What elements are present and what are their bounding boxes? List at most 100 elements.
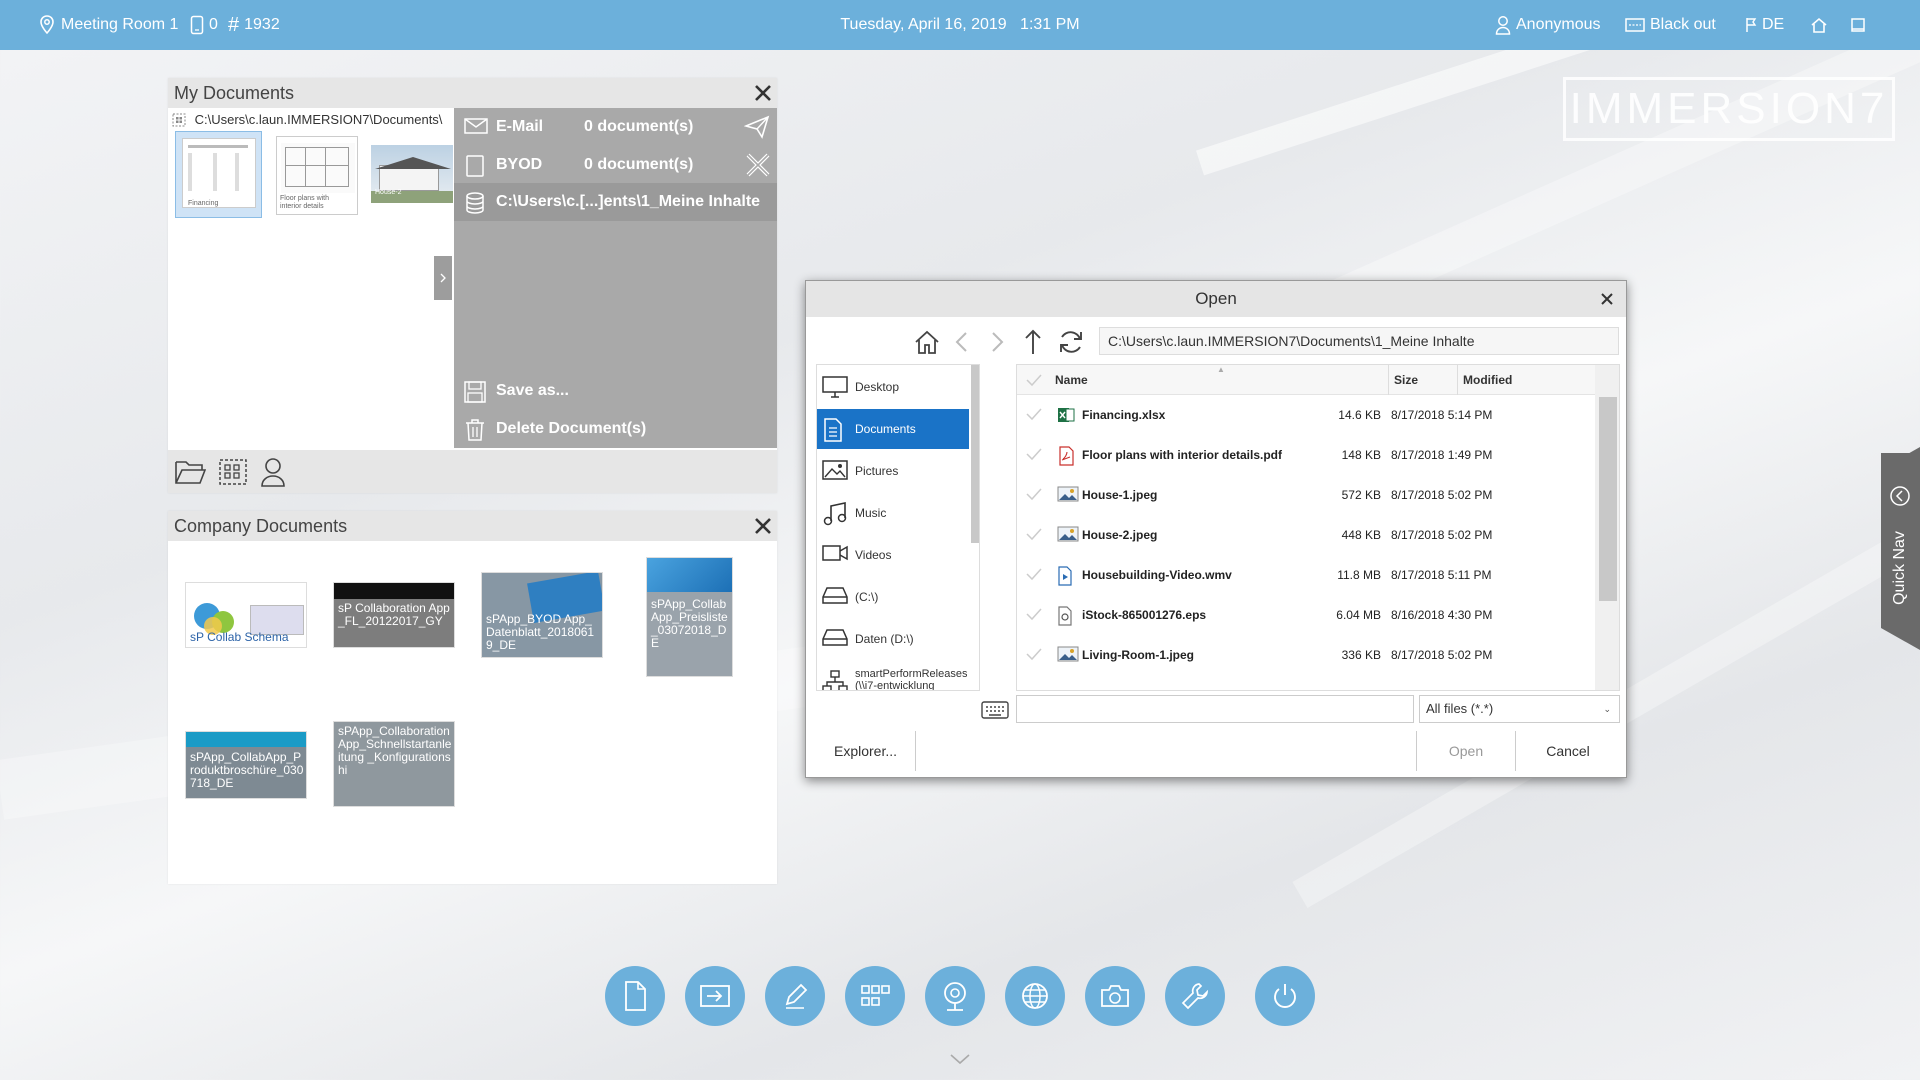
- checkmark-icon[interactable]: [1026, 407, 1042, 421]
- path-field[interactable]: C:\Users\c.laun.IMMERSION7\Documents\1_M…: [1099, 327, 1619, 355]
- checkmark-icon[interactable]: [1026, 647, 1042, 661]
- file-size: 11.8 MB: [1337, 568, 1381, 582]
- path-text: C:\Users\c.laun.IMMERSION7\Documents\1_M…: [1108, 333, 1475, 349]
- place-documents[interactable]: Documents: [817, 409, 969, 449]
- close-dialog-button[interactable]: [1597, 289, 1617, 309]
- places-scrollbar[interactable]: [971, 365, 979, 543]
- documents-dock-button[interactable]: [605, 966, 665, 1026]
- place-network[interactable]: smartPerformReleases (\\i7-entwicklung: [817, 661, 969, 690]
- document-thumb[interactable]: House-2: [371, 145, 453, 203]
- file-size: 572 KB: [1341, 488, 1381, 502]
- cancel-button[interactable]: Cancel: [1518, 731, 1618, 771]
- forward-icon[interactable]: [989, 331, 1005, 353]
- place-drive-d[interactable]: Daten (D:\): [817, 619, 969, 659]
- byod-option[interactable]: BYOD 0 document(s): [454, 146, 777, 184]
- file-row[interactable]: Living-Room-1.jpeg 336 KB 8/17/2018 5:02 P…: [1017, 635, 1595, 675]
- column-name[interactable]: Name: [1055, 365, 1088, 395]
- company-doc-label: sPApp_Collab App_Preisliste_03072018_DE: [651, 597, 728, 650]
- checkmark-icon[interactable]: [1026, 487, 1042, 501]
- file-size: 14.6 KB: [1338, 408, 1381, 422]
- camera-dock-button[interactable]: [1085, 966, 1145, 1026]
- quick-nav-tab[interactable]: Quick Nav: [1881, 453, 1920, 628]
- company-doc-tile[interactable]: sPApp_BYOD App_Datenblatt_20180619_DE: [481, 572, 603, 658]
- home-icon[interactable]: [913, 329, 941, 355]
- checkmark-icon[interactable]: [1026, 607, 1042, 621]
- place-desktop[interactable]: Desktop: [817, 367, 969, 407]
- settings-dock-button[interactable]: [1165, 966, 1225, 1026]
- input-dock-button[interactable]: [685, 966, 745, 1026]
- document-thumb[interactable]: Floor plans with interior details: [276, 136, 358, 215]
- folder-option[interactable]: C:\Users\c.[...]ents\1_Meine Inhalte: [454, 183, 777, 221]
- place-music[interactable]: Music: [817, 493, 969, 533]
- place-label: smartPerformReleases (\\i7-entwicklung: [855, 668, 967, 690]
- up-folder-icon[interactable]: [1024, 328, 1042, 356]
- byod-label: BYOD: [496, 156, 543, 173]
- delete-option[interactable]: Delete Document(s): [454, 410, 777, 448]
- email-label: E-Mail: [496, 118, 544, 135]
- checkmark-icon[interactable]: [1026, 567, 1042, 581]
- image-icon: [1057, 646, 1079, 662]
- image-icon: [1057, 486, 1079, 502]
- conference-dock-button[interactable]: [925, 966, 985, 1026]
- open-button[interactable]: Open: [1416, 731, 1516, 771]
- power-dock-button[interactable]: [1255, 966, 1315, 1026]
- place-drive-c[interactable]: (C:\): [817, 577, 969, 617]
- file-row[interactable]: House-2.jpeg 448 KB 8/17/2018 5:02 PM: [1017, 515, 1595, 555]
- company-doc-tile[interactable]: sPApp_Collaboration App_Schnellstartanle…: [333, 721, 455, 807]
- email-option[interactable]: E-Mail 0 document(s): [454, 108, 777, 146]
- file-type-select[interactable]: All files (*.*) ⌄: [1419, 695, 1620, 723]
- user-icon[interactable]: [260, 457, 286, 487]
- file-row[interactable]: House-1.jpeg 572 KB 8/17/2018 5:02 PM: [1017, 475, 1595, 515]
- user-button[interactable]: Anonymous: [1495, 0, 1601, 50]
- open-folder-icon[interactable]: [174, 458, 206, 486]
- document-thumb[interactable]: Financing: [175, 131, 262, 218]
- my-documents-toolbar: [168, 450, 777, 493]
- column-size[interactable]: Size: [1394, 365, 1418, 395]
- company-documents-header: Company Documents: [168, 511, 777, 541]
- apps-dock-button[interactable]: [845, 966, 905, 1026]
- file-name: Housebuilding-Video.wmv: [1082, 568, 1232, 582]
- filename-input[interactable]: [1016, 695, 1414, 723]
- file-row[interactable]: Floor plans with interior details.pdf 148…: [1017, 435, 1595, 475]
- file-scrollbar[interactable]: [1595, 365, 1619, 690]
- blackout-button[interactable]: Black out: [1625, 0, 1716, 50]
- company-doc-tile[interactable]: sPApp_Collab App_Preisliste_03072018_DE: [646, 557, 733, 677]
- checkmark-icon[interactable]: [1026, 373, 1042, 387]
- window-button[interactable]: [1850, 0, 1866, 50]
- keyboard-icon[interactable]: [981, 701, 1009, 719]
- file-row[interactable]: Financing.xlsx 14.6 KB 8/17/2018 5:14 PM: [1017, 395, 1595, 435]
- file-modified: 8/17/2018 5:02 PM: [1391, 528, 1493, 542]
- language-button[interactable]: DE: [1745, 0, 1784, 50]
- browser-dock-button[interactable]: [1005, 966, 1065, 1026]
- back-icon[interactable]: [954, 331, 970, 353]
- refresh-icon[interactable]: [1057, 329, 1085, 355]
- save-as-option[interactable]: Save as...: [454, 372, 777, 410]
- datetime: Tuesday, April 16, 2019 1:31 PM: [840, 16, 1080, 33]
- company-doc-tile[interactable]: sP Collaboration App_FL_20122017_GY: [333, 582, 455, 648]
- place-pictures[interactable]: Pictures: [817, 451, 969, 491]
- checkmark-icon[interactable]: [1026, 447, 1042, 461]
- file-row[interactable]: iStock-865001276.eps 6.04 MB 8/16/2018 4:3…: [1017, 595, 1595, 635]
- chevron-down-icon[interactable]: [949, 1052, 971, 1066]
- file-modified: 8/17/2018 1:49 PM: [1391, 448, 1493, 462]
- select-all-icon[interactable]: [218, 458, 248, 486]
- home-button[interactable]: [1810, 0, 1828, 50]
- company-doc-tile[interactable]: sPApp_CollabApp_Produktbroschüre_030718_…: [185, 731, 307, 799]
- collapse-tab[interactable]: [434, 256, 452, 300]
- close-my-documents-button[interactable]: [753, 83, 773, 103]
- column-modified[interactable]: Modified: [1463, 365, 1512, 395]
- explorer-button[interactable]: Explorer...: [816, 731, 916, 771]
- file-row[interactable]: Housebuilding-Video.wmv 11.8 MB 8/17/2018 …: [1017, 555, 1595, 595]
- blackout-icon: [1625, 17, 1645, 33]
- input-icon: [700, 985, 730, 1007]
- annotate-dock-button[interactable]: [765, 966, 825, 1026]
- quick-nav-notch: [1881, 628, 1920, 650]
- checkmark-icon[interactable]: [1026, 527, 1042, 541]
- company-doc-tile[interactable]: sP Collab Schema: [185, 582, 307, 648]
- send-icon[interactable]: [744, 115, 770, 139]
- place-label: Videos: [855, 548, 892, 562]
- disconnect-icon[interactable]: [744, 151, 772, 179]
- close-company-documents-button[interactable]: [753, 516, 773, 536]
- select-grid-icon[interactable]: [172, 113, 186, 127]
- place-videos[interactable]: Videos: [817, 535, 969, 575]
